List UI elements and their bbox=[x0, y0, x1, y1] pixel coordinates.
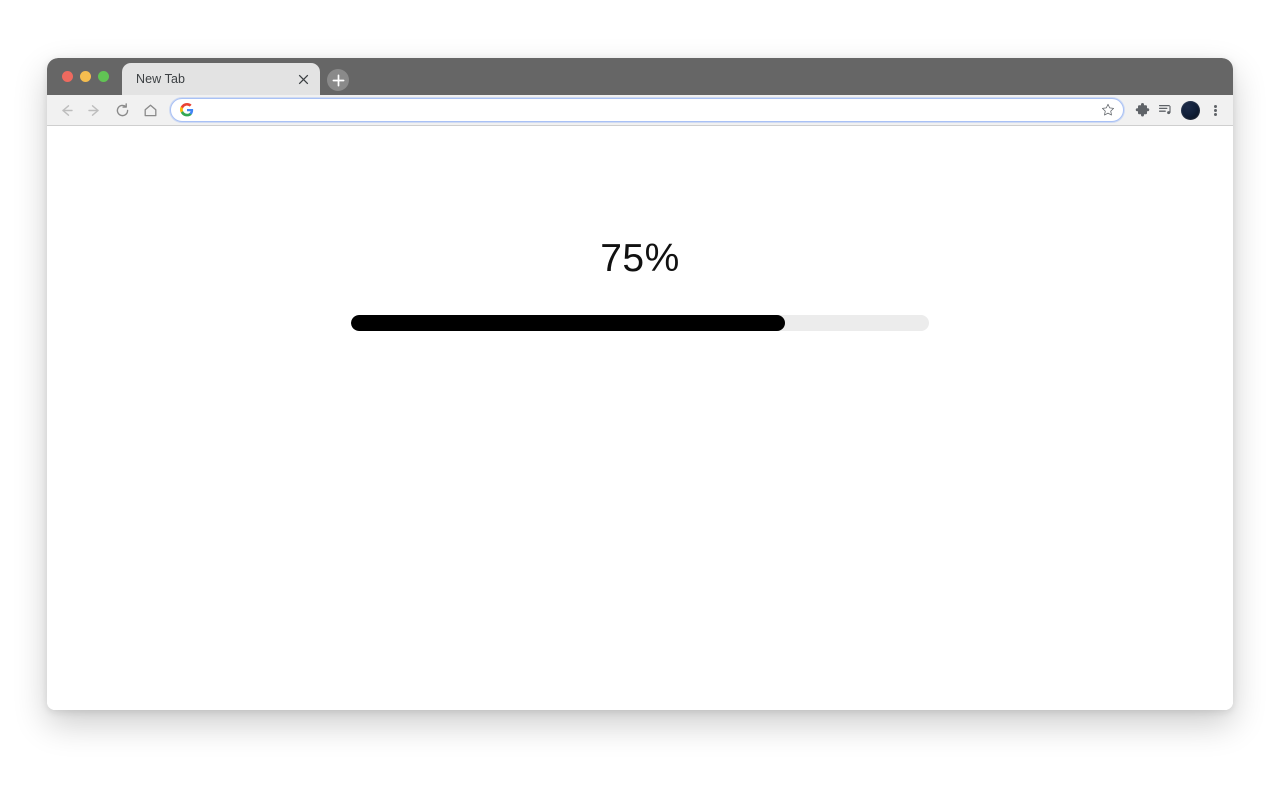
progress-bar bbox=[351, 315, 929, 331]
avatar[interactable] bbox=[1181, 100, 1200, 120]
reading-list-icon[interactable] bbox=[1154, 98, 1178, 122]
star-icon[interactable] bbox=[1097, 99, 1119, 121]
reload-icon[interactable] bbox=[109, 97, 135, 123]
window-minimize-button[interactable] bbox=[80, 71, 91, 82]
arrow-right-icon[interactable] bbox=[81, 97, 107, 123]
progress-bar-fill bbox=[351, 315, 785, 331]
home-icon[interactable] bbox=[137, 97, 163, 123]
three-dots-vertical-icon[interactable] bbox=[1203, 98, 1227, 122]
window-controls bbox=[62, 71, 109, 82]
tab-new-tab[interactable]: New Tab bbox=[122, 63, 320, 95]
puzzle-piece-icon[interactable] bbox=[1130, 98, 1154, 122]
progress-percent-label: 75% bbox=[600, 237, 680, 280]
browser-window: New Tab 75% bbox=[47, 58, 1233, 710]
close-icon[interactable] bbox=[296, 72, 311, 87]
tab-label: New Tab bbox=[136, 72, 186, 86]
arrow-left-icon[interactable] bbox=[53, 97, 79, 123]
plus-icon[interactable] bbox=[327, 69, 349, 91]
google-g-icon bbox=[180, 103, 194, 117]
browser-toolbar bbox=[47, 95, 1233, 126]
address-bar[interactable] bbox=[170, 98, 1124, 122]
window-maximize-button[interactable] bbox=[98, 71, 109, 82]
page-content: 75% bbox=[47, 126, 1233, 710]
window-close-button[interactable] bbox=[62, 71, 73, 82]
tab-strip: New Tab bbox=[47, 58, 1233, 95]
search-input[interactable] bbox=[194, 99, 1097, 121]
